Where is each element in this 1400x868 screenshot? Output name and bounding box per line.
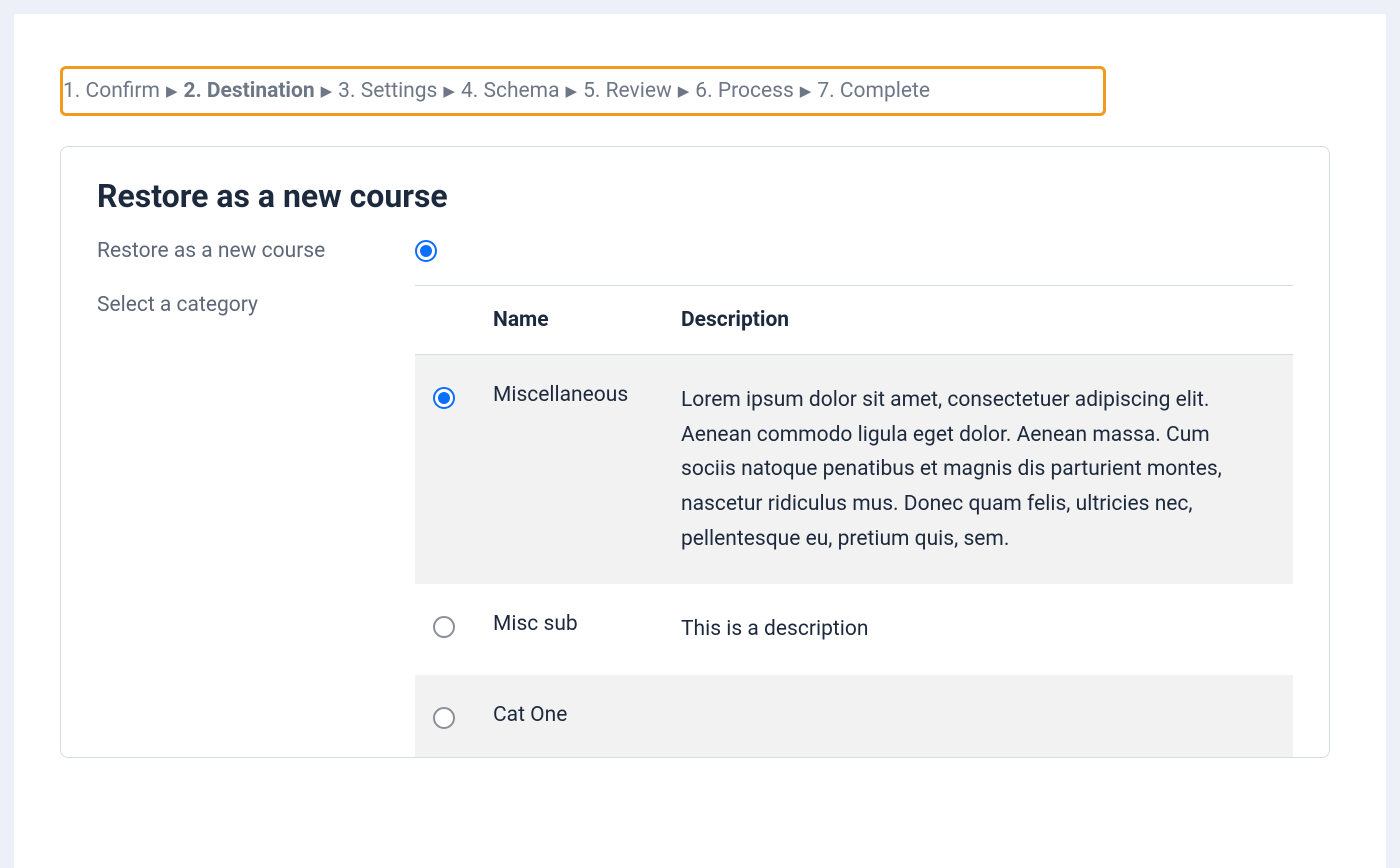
table-row[interactable]: Misc sub This is a description [415, 584, 1293, 675]
table-header: Name Description [415, 286, 1293, 355]
category-table: Name Description Miscellaneous Lorem ips… [415, 285, 1293, 757]
chevron-right-icon: ▶ [800, 82, 812, 100]
step-settings[interactable]: 3. Settings [338, 79, 437, 103]
page-wrapper: 1. Confirm ▶ 2. Destination ▶ 3. Setting… [14, 14, 1386, 868]
step-complete[interactable]: 7. Complete [817, 79, 930, 103]
step-process[interactable]: 6. Process [695, 79, 794, 103]
header-name: Name [493, 308, 681, 332]
page-title: Restore as a new course [97, 177, 1293, 215]
content-card: Restore as a new course Restore as a new… [60, 146, 1330, 758]
restore-new-course-radio[interactable] [415, 240, 437, 262]
category-radio-miscellaneous[interactable] [433, 387, 455, 409]
category-name: Misc sub [493, 612, 681, 636]
category-radio-misc-sub[interactable] [433, 616, 455, 638]
table-row[interactable]: Miscellaneous Lorem ipsum dolor sit amet… [415, 355, 1293, 584]
category-description: Lorem ipsum dolor sit amet, consectetuer… [681, 383, 1293, 556]
category-name: Cat One [493, 703, 681, 727]
category-name: Miscellaneous [493, 383, 681, 407]
category-radio-cat-one[interactable] [433, 707, 455, 729]
step-confirm[interactable]: 1. Confirm [63, 79, 160, 103]
chevron-right-icon: ▶ [443, 82, 455, 100]
header-description: Description [681, 308, 1293, 332]
select-category-label: Select a category [97, 285, 415, 317]
restore-option-label: Restore as a new course [97, 237, 415, 263]
chevron-right-icon: ▶ [321, 82, 333, 100]
stepper: 1. Confirm ▶ 2. Destination ▶ 3. Setting… [63, 79, 1087, 103]
table-row[interactable]: Cat One [415, 675, 1293, 757]
chevron-right-icon: ▶ [678, 82, 690, 100]
step-schema[interactable]: 4. Schema [461, 79, 560, 103]
chevron-right-icon: ▶ [166, 82, 178, 100]
stepper-highlight: 1. Confirm ▶ 2. Destination ▶ 3. Setting… [60, 66, 1106, 116]
category-description: This is a description [681, 612, 1293, 647]
step-destination[interactable]: 2. Destination [184, 79, 315, 103]
step-review[interactable]: 5. Review [583, 79, 672, 103]
chevron-right-icon: ▶ [566, 82, 578, 100]
restore-option-row: Restore as a new course [97, 237, 1293, 263]
category-section: Select a category Name Description Misce… [97, 285, 1293, 757]
